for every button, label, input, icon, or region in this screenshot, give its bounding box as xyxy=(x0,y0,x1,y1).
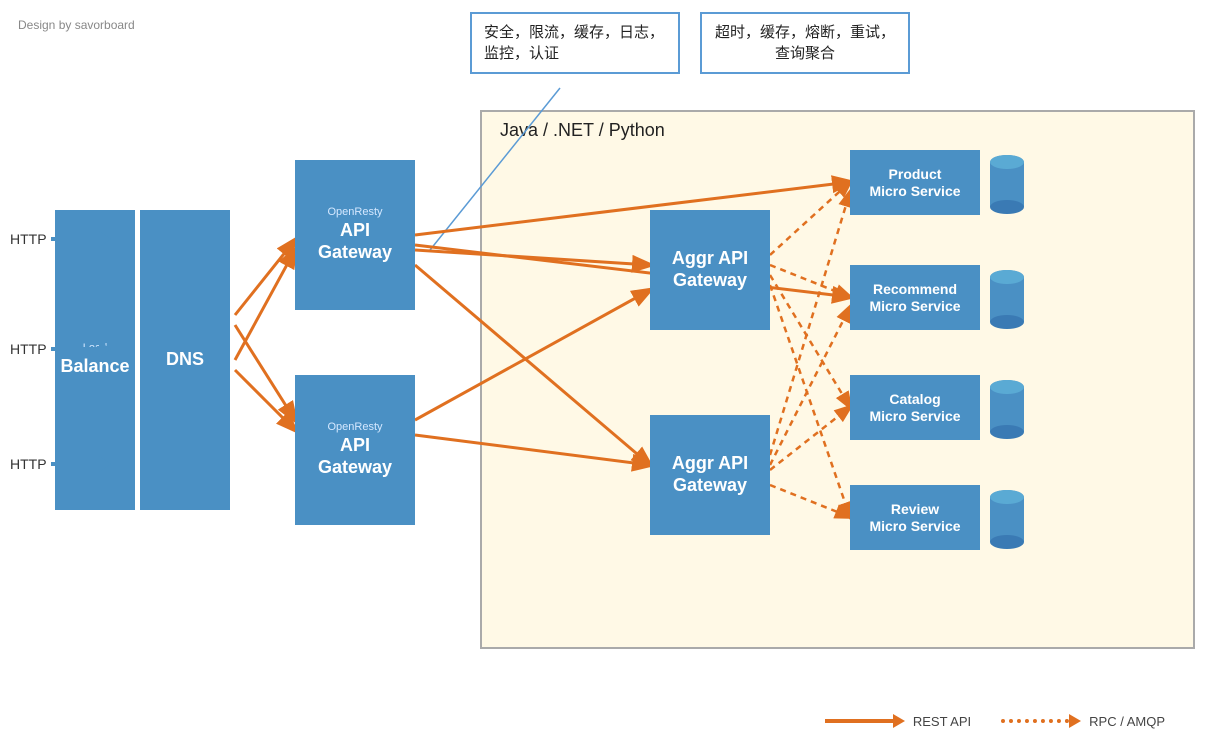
legend: REST API RPC / AMQP xyxy=(825,714,1165,729)
rpc-arrow-icon xyxy=(1001,715,1081,729)
aggr-api-gateway-1-block: Aggr API Gateway xyxy=(650,210,770,330)
dns-block: DNS xyxy=(140,210,230,510)
api-gateway-2-block: OpenResty API Gateway xyxy=(295,375,415,525)
watermark-text: Design by savorboard xyxy=(18,18,135,32)
aggr-api-gateway-2-block: Aggr API Gateway xyxy=(650,415,770,535)
http-arrow-2: HTTP xyxy=(10,340,111,358)
java-label: Java / .NET / Python xyxy=(500,120,665,141)
tooltip-security: 安全，限流，缓存，日志，监控，认证 xyxy=(470,12,680,74)
db-cylinder-3 xyxy=(988,377,1026,442)
http-arrow-3: HTTP xyxy=(10,455,111,473)
arch-container: HTTP HTTP HTTP Load Balance DNS OpenRest… xyxy=(30,110,1195,649)
tooltip-timeout: 超时，缓存，熔断，重试，查询聚合 xyxy=(700,12,910,74)
db-cylinder-4 xyxy=(988,487,1026,552)
yellow-box xyxy=(480,110,1195,649)
db-cylinder-1 xyxy=(988,152,1026,217)
product-microservice-block: Product Micro Service xyxy=(850,150,980,215)
review-microservice-block: Review Micro Service xyxy=(850,485,980,550)
api-gateway-1-block: OpenResty API Gateway xyxy=(295,160,415,310)
catalog-microservice-block: Catalog Micro Service xyxy=(850,375,980,440)
db-cylinder-2 xyxy=(988,267,1026,332)
legend-rpc: RPC / AMQP xyxy=(1001,714,1165,729)
http-arrow-1: HTTP xyxy=(10,230,111,248)
legend-rest: REST API xyxy=(825,714,971,729)
rest-arrow-icon xyxy=(825,715,905,729)
recommend-microservice-block: Recommend Micro Service xyxy=(850,265,980,330)
